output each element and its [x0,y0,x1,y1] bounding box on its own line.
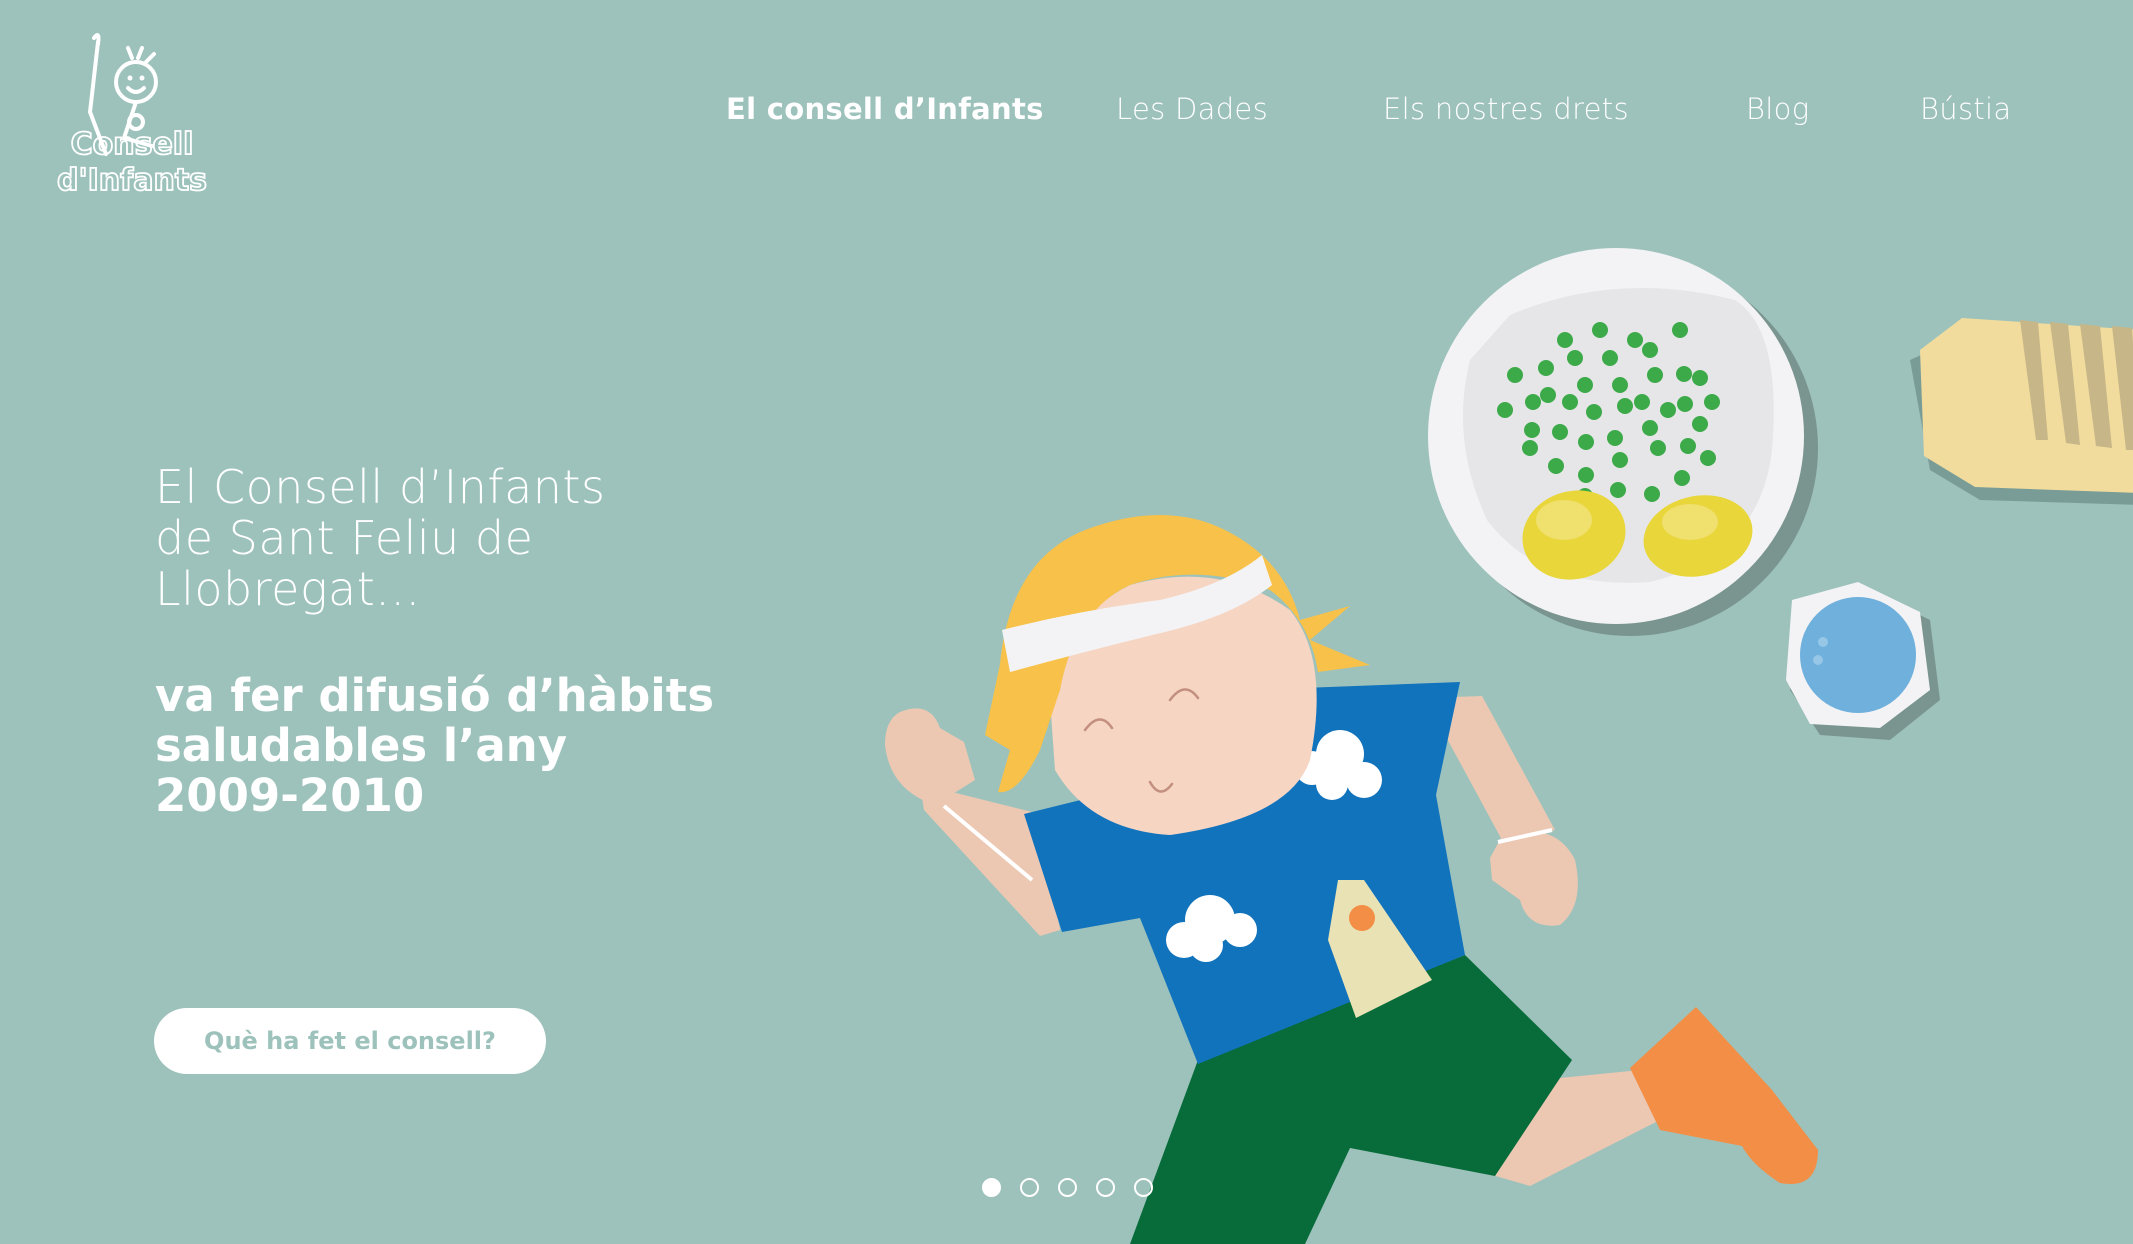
pea [1540,387,1556,403]
pea [1700,450,1716,466]
plate-icon [1428,248,1818,636]
slider-dot-2[interactable] [1020,1178,1039,1197]
pea [1644,486,1660,502]
pea [1692,370,1708,386]
hero-headline-line: va fer difusió d’hàbits [155,669,715,722]
glass-icon [1786,582,1940,740]
slider-dot-5[interactable] [1134,1178,1153,1197]
pea [1507,367,1523,383]
pea [1524,422,1540,438]
pea [1522,440,1538,456]
pea [1612,377,1628,393]
pea [1577,377,1593,393]
pea [1634,394,1650,410]
pea [1610,482,1626,498]
cta-button[interactable]: Què ha fet el consell? [154,1008,546,1074]
pea [1650,440,1666,456]
hero-headline: va fer difusió d’hàbits saludables l’any… [155,671,775,821]
pea [1557,332,1573,348]
pea [1602,350,1618,366]
pea [1607,430,1623,446]
pea [1676,366,1692,382]
hero-intro-line: de Sant Feliu de [155,511,534,565]
pea [1704,394,1720,410]
pea [1497,402,1513,418]
hero-intro-line: El Consell d’Infants [155,460,606,514]
hero-headline-line: 2009-2010 [155,769,425,822]
pea [1592,322,1608,338]
pea [1647,367,1663,383]
pea [1677,396,1693,412]
hero-headline-line: saludables l’any [155,719,568,772]
slider-dot-1[interactable] [982,1178,1001,1197]
hero-intro: El Consell d’Infants de Sant Feliu de Ll… [155,462,775,615]
pea [1642,420,1658,436]
slider-dot-4[interactable] [1096,1178,1115,1197]
pea [1692,416,1708,432]
hero-text-block: El Consell d’Infants de Sant Feliu de Ll… [155,462,775,821]
pea [1525,394,1541,410]
pea [1660,402,1676,418]
pea [1672,322,1688,338]
pea [1612,452,1628,468]
pea [1642,342,1658,358]
pea [1567,350,1583,366]
pea [1586,404,1602,420]
bread-icon [1910,318,2133,505]
pea [1617,398,1633,414]
pea [1578,467,1594,483]
pea [1578,434,1594,450]
pea [1627,332,1643,348]
pea [1548,458,1564,474]
pea [1562,394,1578,410]
pea [1680,438,1696,454]
hero-intro-line: Llobregat... [155,562,421,616]
pea [1552,424,1568,440]
pea [1674,470,1690,486]
pea [1538,360,1554,376]
slider-dot-3[interactable] [1058,1178,1077,1197]
